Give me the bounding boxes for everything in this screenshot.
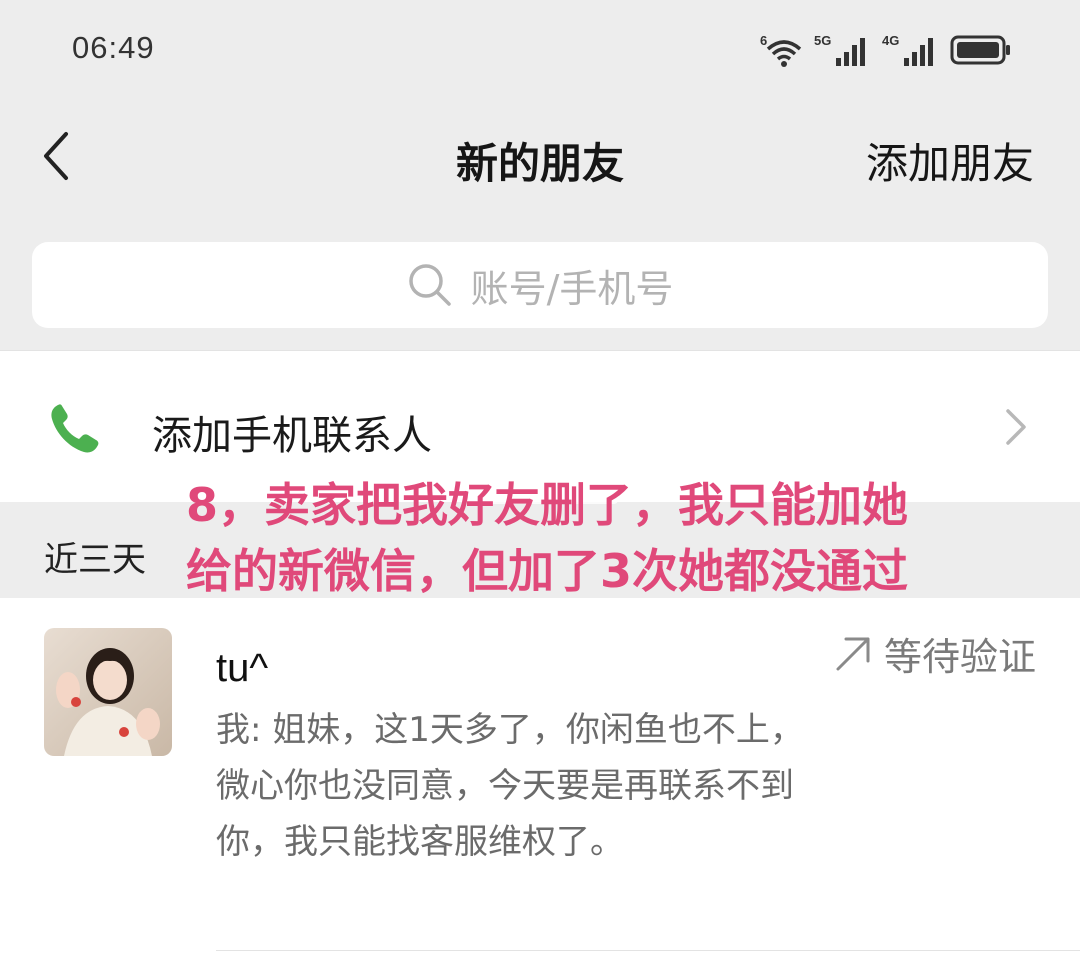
avatar-image [44, 628, 172, 756]
search-input[interactable]: 账号/手机号 [32, 242, 1048, 328]
section-label-recent: 近三天 [44, 540, 146, 580]
signal-5g-icon: 5G [814, 33, 865, 66]
request-status-label: 等待验证 [883, 635, 1036, 679]
wifi-label: 6 [760, 33, 767, 48]
avatar[interactable] [44, 628, 172, 756]
friend-request-item[interactable]: tu^ 我: 姐妹，这1天多了，你闲鱼也不上，微心你也没同意，今天要是再联系不到… [0, 598, 1080, 977]
sim1-label: 5G [814, 33, 831, 48]
add-phone-contacts-label: 添加手机联系人 [152, 413, 432, 459]
battery-icon [950, 35, 1010, 65]
request-message: 我: 姐妹，这1天多了，你闲鱼也不上，微心你也没同意，今天要是再联系不到你，我只… [216, 710, 804, 862]
status-time: 06:49 [72, 30, 155, 65]
search-icon [408, 264, 451, 306]
signal-4g-icon: 4G [882, 33, 933, 66]
nav-bar: 新的朋友 添加朋友 [0, 100, 1080, 212]
status-bar: 06:49 6 5G 4G [0, 0, 1080, 100]
chevron-right-icon [1006, 409, 1026, 445]
request-status: 等待验证 [834, 626, 1036, 681]
search-placeholder: 账号/手机号 [470, 266, 674, 311]
wifi-icon: 6 [760, 33, 802, 67]
add-friend-button[interactable]: 添加朋友 [866, 130, 1034, 191]
divider [216, 950, 1080, 951]
phone-icon [51, 404, 99, 453]
search-inner: 账号/手机号 [32, 242, 1048, 328]
request-name: tu^ [216, 646, 269, 690]
sim2-label: 4G [882, 33, 899, 48]
status-icons: 6 5G 4G [760, 28, 1012, 72]
annotation-text: 8，卖家把我好友删了，我只能加她给的新微信，但加了3次她都没通过 [185, 478, 908, 598]
arrow-up-right-icon [836, 637, 870, 670]
